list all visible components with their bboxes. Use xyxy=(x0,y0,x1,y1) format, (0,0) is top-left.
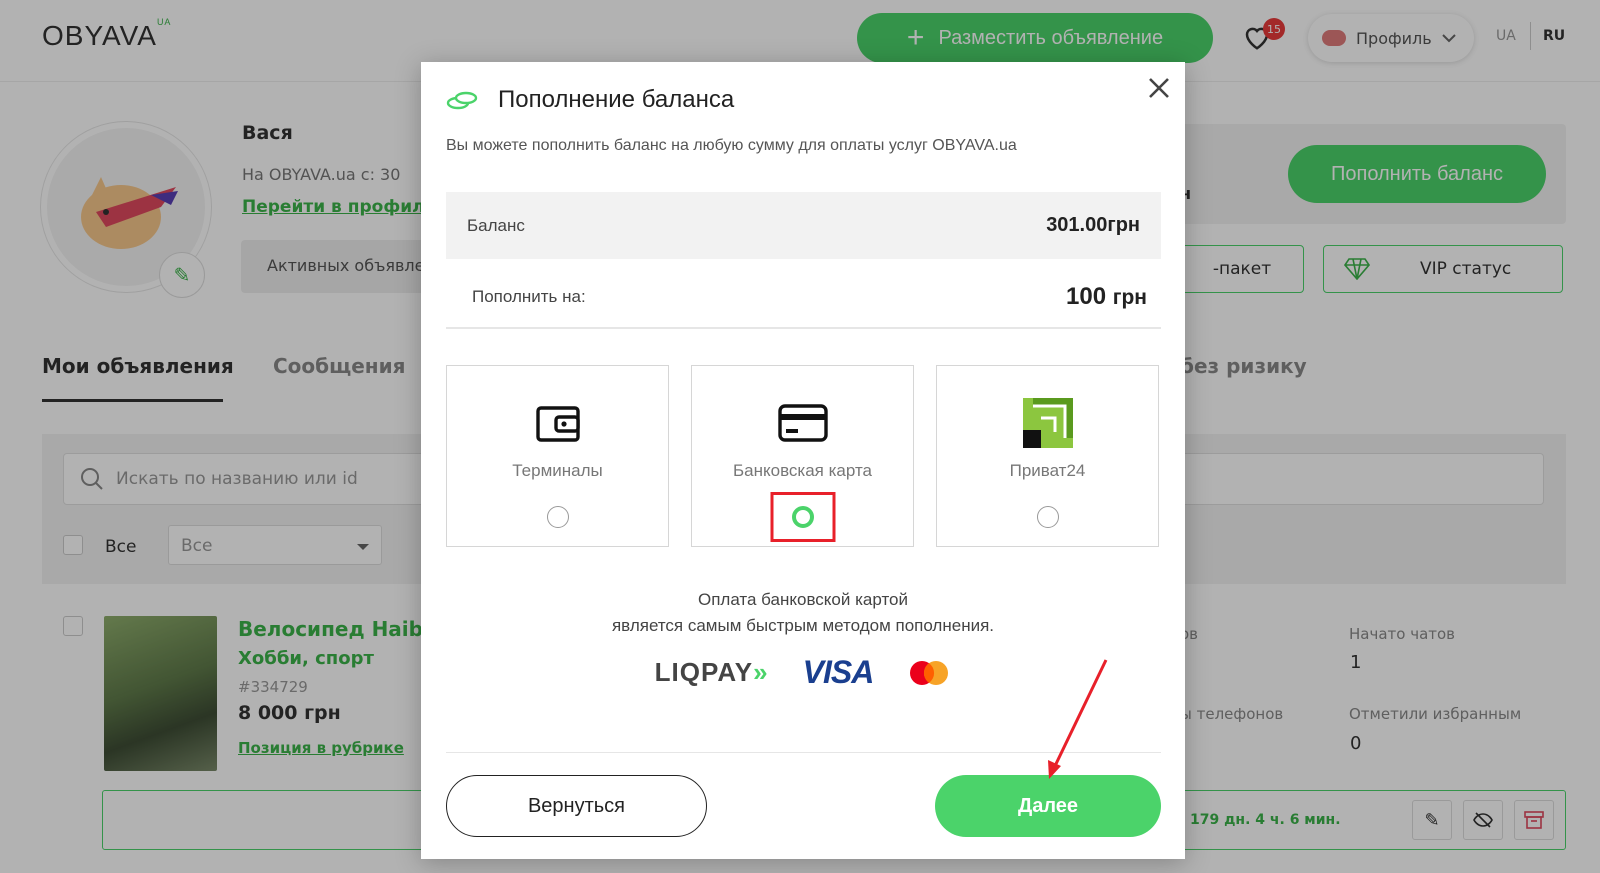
topup-amount-field[interactable]: Пополнить на: 100 грн xyxy=(446,266,1161,329)
coins-icon xyxy=(446,91,478,110)
privat24-logo xyxy=(1022,398,1073,448)
modal-title: Пополнение баланса xyxy=(498,86,735,113)
close-modal-button[interactable] xyxy=(1145,74,1173,102)
payment-option-terminals[interactable]: Терминалы xyxy=(446,365,669,547)
modal-header: Пополнение баланса xyxy=(446,86,734,114)
current-balance-row: Баланс 301.00грн xyxy=(446,192,1161,259)
payment-radio-privat24[interactable] xyxy=(1036,506,1059,528)
modal-subtitle: Вы можете пополнить баланс на любую сумм… xyxy=(446,137,1017,154)
modal-divider xyxy=(446,752,1161,753)
back-button[interactable]: Вернуться xyxy=(446,775,707,837)
payment-option-privat24[interactable]: Приват24 xyxy=(936,365,1159,547)
close-icon xyxy=(1149,78,1169,98)
next-button[interactable]: Далее xyxy=(935,775,1161,837)
payment-note: Оплата банковской картой является самым … xyxy=(611,590,995,635)
topup-amount: 100 грн xyxy=(1066,282,1147,310)
wallet-icon xyxy=(533,398,583,448)
annotation-highlight-box xyxy=(770,492,835,542)
credit-card-icon xyxy=(777,398,828,448)
mastercard-logo xyxy=(910,660,949,685)
balance-label: Баланс xyxy=(467,215,525,235)
balance-value: 301.00грн xyxy=(1046,214,1140,236)
payment-logos: LIQPAY» VISA xyxy=(421,654,1185,691)
topup-balance-modal: Пополнение баланса Вы можете пополнить б… xyxy=(421,62,1185,859)
payment-radio-terminals[interactable] xyxy=(546,506,569,528)
payment-option-bank-card[interactable]: Банковская карта xyxy=(691,365,914,547)
visa-logo: VISA xyxy=(802,654,875,690)
topup-label: Пополнить на: xyxy=(472,286,586,306)
liqpay-logo: LIQPAY» xyxy=(654,657,769,687)
